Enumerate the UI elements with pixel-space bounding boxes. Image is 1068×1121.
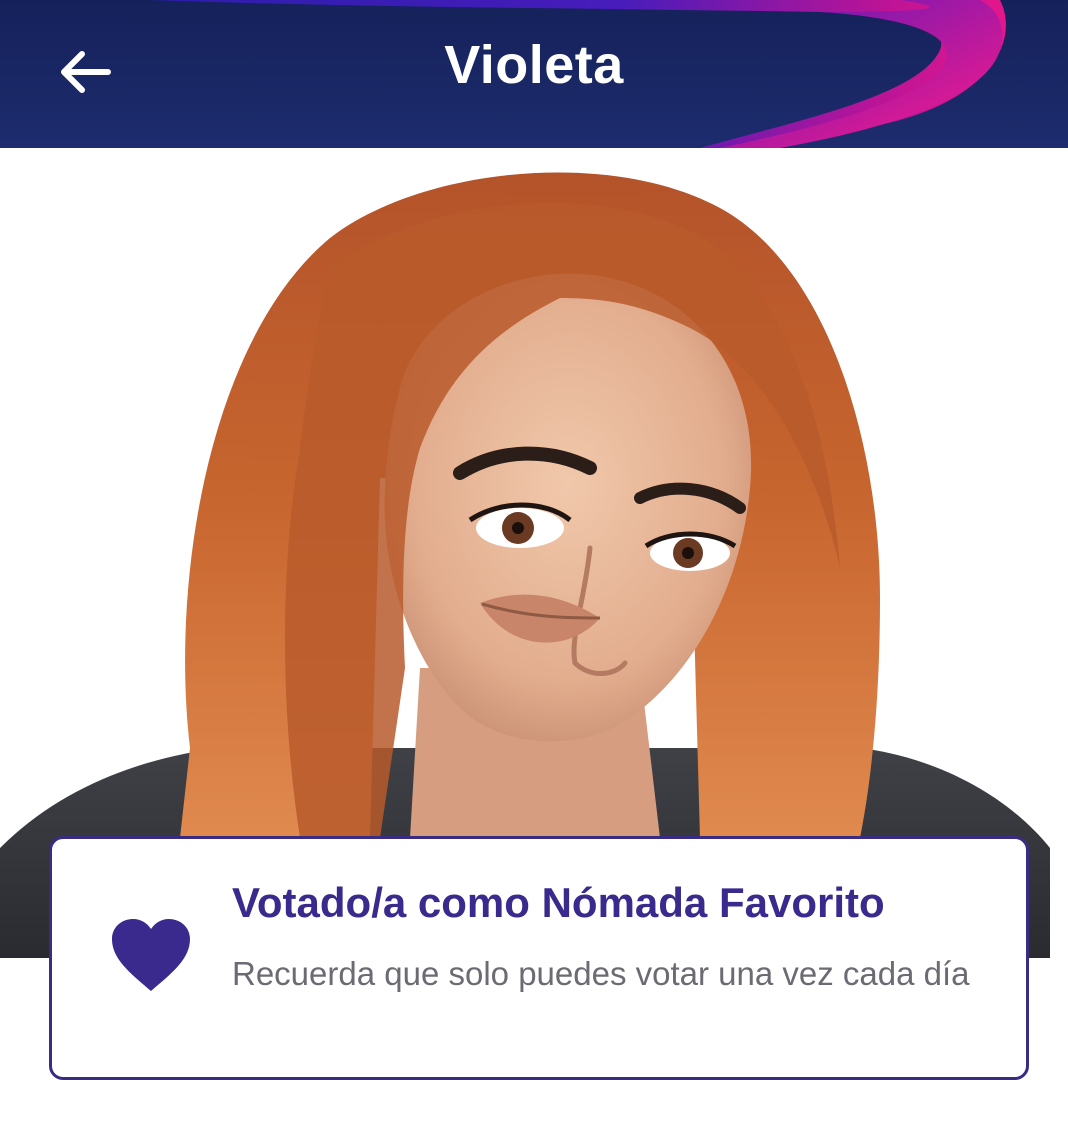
vote-status-subtitle: Recuerda que solo puedes votar una vez c… — [232, 955, 970, 992]
page-title: Violeta — [444, 35, 624, 95]
vote-status-title: Votado/a como Nómada Favorito — [232, 879, 885, 926]
heart-icon — [112, 919, 190, 991]
vote-status-card: Votado/a como Nómada Favorito Recuerda q… — [49, 836, 1029, 1080]
app-header: Violeta — [0, 0, 1068, 148]
